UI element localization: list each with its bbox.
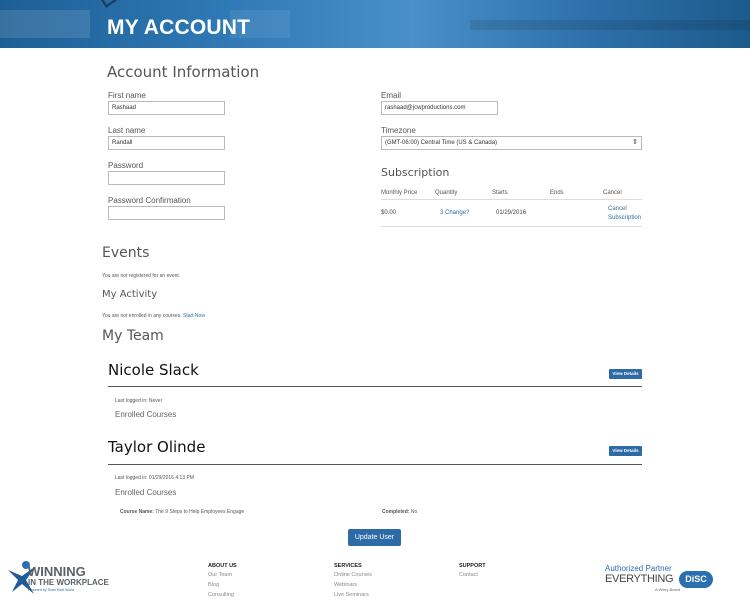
password-field[interactable] [108, 171, 225, 185]
team-heading: My Team [102, 328, 164, 344]
logo-line2: IN THE WORKPLACE [28, 578, 109, 587]
subscription-header-divider [381, 199, 642, 200]
footer-services-title: SERVICES [334, 563, 362, 569]
course-name-label: Course Name: [120, 509, 154, 515]
timezone-value: (GMT-06:00) Central Time (US & Canada) [385, 140, 498, 146]
select-arrows-icon: ⇕ [632, 139, 638, 146]
page-banner: MY ACCOUNT [0, 0, 750, 48]
logo-fragment-icon [100, 0, 120, 8]
timezone-label: Timezone [381, 126, 416, 135]
subscription-heading: Subscription [381, 166, 450, 179]
subscription-row-divider [381, 226, 642, 227]
subscription-col-monthly-price: Monthly Price [381, 190, 418, 196]
password-label: Password [108, 161, 144, 170]
banner-decoration [470, 20, 750, 30]
course-completed: Completed: No [382, 509, 417, 515]
page-title: MY ACCOUNT [107, 16, 251, 39]
last-logged-in: Last logged in: Never [115, 398, 163, 404]
subscription-quantity-value: 3 [440, 210, 444, 216]
partner-line1: Authorized Partner [605, 564, 672, 573]
events-heading: Events [102, 245, 150, 261]
footer-link-contact[interactable]: Contact [459, 572, 478, 578]
timezone-select[interactable]: (GMT-06:00) Central Time (US & Canada) ⇕ [381, 136, 642, 150]
enrolled-courses-heading: Enrolled Courses [115, 488, 177, 497]
logo-line3: Powered by Team Real World [28, 588, 75, 592]
footer-link-live-seminars[interactable]: Live Seminars [334, 592, 369, 598]
team-member-name: Nicole Slack [108, 361, 199, 379]
banner-decoration [0, 10, 90, 38]
subscription-col-cancel: Cancel [603, 190, 622, 196]
password-confirmation-label: Password Confirmation [108, 196, 191, 205]
change-quantity-link[interactable]: Change? [445, 210, 469, 216]
subscription-starts: 01/29/2016 [496, 210, 527, 216]
activity-heading: My Activity [102, 289, 158, 300]
subscription-price: $0.00 [381, 210, 397, 216]
footer-link-online-courses[interactable]: Online Courses [334, 572, 372, 578]
partner-brand: EVERYTHING [605, 573, 674, 585]
cancel-subscription-link[interactable]: Cancel Subscription [608, 205, 641, 223]
first-name-label: First name [108, 91, 146, 100]
team-member-name: Taylor Olinde [108, 438, 206, 456]
subscription-col-ends: Ends [550, 190, 564, 196]
last-logged-in: Last logged in: 01/29/2016 4:13 PM [115, 475, 194, 481]
subscription-quantity: 3 Change? [440, 210, 469, 216]
activity-message-text: You are not enrolled in any courses. [102, 313, 182, 319]
cancel-subscription-line1: Cancel [608, 206, 627, 212]
member-divider [108, 464, 642, 465]
footer-about-title: ABOUT US [208, 563, 237, 569]
view-details-button[interactable]: View Details [609, 369, 642, 379]
footer-link-blog[interactable]: Blog [208, 582, 219, 588]
last-name-field[interactable]: Randall [108, 136, 225, 150]
view-details-button[interactable]: View Details [609, 446, 642, 456]
subscription-col-quantity: Quantity [435, 190, 458, 196]
partner-badge[interactable]: Authorized Partner EVERYTHING DiSC A Wil… [605, 564, 715, 596]
subscription-col-starts: Starts [492, 190, 508, 196]
course-name: Course Name: The 9 Steps to Help Employe… [120, 509, 244, 515]
start-now-link[interactable]: Start Now [183, 313, 205, 319]
footer-link-our-team[interactable]: Our Team [208, 572, 232, 578]
footer-link-consulting[interactable]: Consulting [208, 592, 234, 598]
email-label: Email [381, 91, 402, 100]
update-user-button[interactable]: Update User [348, 529, 401, 546]
account-info-heading: Account Information [107, 63, 260, 81]
disc-badge: DiSC [679, 571, 713, 588]
events-message: You are not registered for an event. [102, 273, 181, 279]
footer-support-title: SUPPORT [459, 563, 486, 569]
partner-sub: A Wiley Brand [655, 587, 681, 592]
completed-label: Completed: [382, 509, 410, 515]
password-confirmation-field[interactable] [108, 206, 225, 220]
logo-line1: WINNING [28, 564, 86, 579]
cancel-subscription-line2: Subscription [608, 215, 642, 221]
enrolled-courses-heading: Enrolled Courses [115, 410, 177, 419]
member-divider [108, 386, 642, 387]
last-name-label: Last name [108, 126, 146, 135]
activity-message: You are not enrolled in any courses. Sta… [102, 313, 205, 319]
course-name-value: The 9 Steps to Help Employees Engage [155, 509, 245, 515]
first-name-field[interactable]: Rashaad [108, 101, 225, 115]
completed-value: No [410, 509, 418, 515]
footer-link-webinars[interactable]: Webinars [334, 582, 357, 588]
email-field[interactable]: rashaad@jcwproductions.com [381, 101, 498, 115]
footer-logo[interactable]: WINNING IN THE WORKPLACE Powered by Team… [6, 560, 126, 596]
